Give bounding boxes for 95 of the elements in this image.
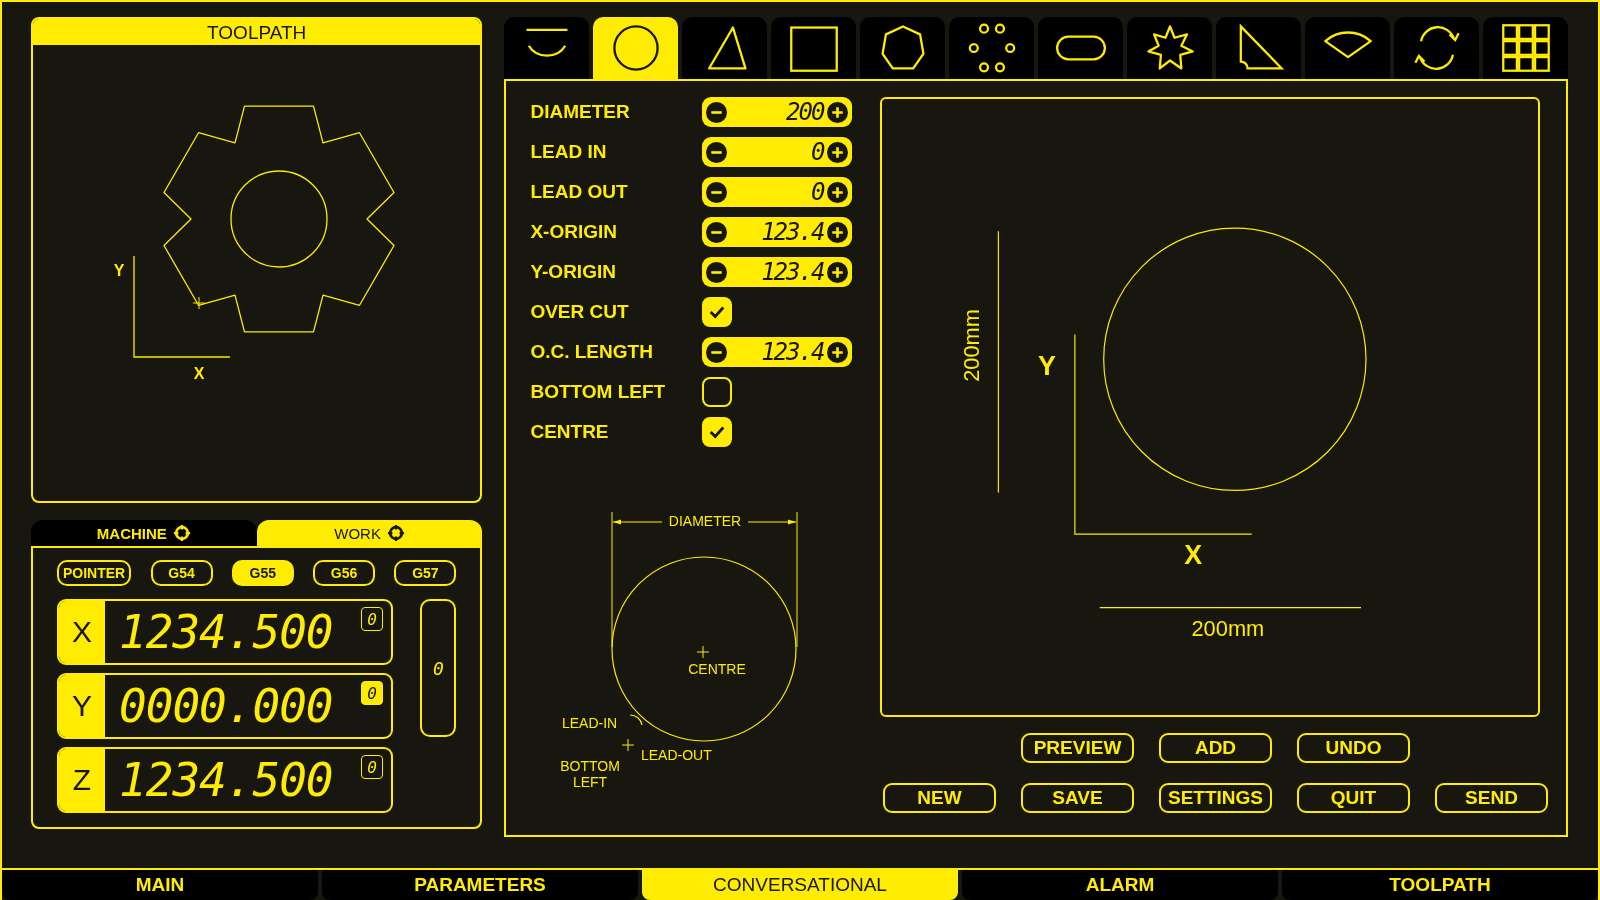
indicator-display: 0 — [361, 681, 383, 705]
offset-button[interactable]: G54 — [150, 560, 213, 586]
checkbox[interactable] — [702, 377, 733, 407]
nav-tab[interactable]: TOOLPATH — [1282, 870, 1598, 900]
checkbox[interactable] — [702, 417, 733, 447]
readout-value: 1234.500 — [118, 605, 333, 659]
action-button[interactable]: SEND — [1435, 783, 1548, 813]
parameter-label: LEAD OUT — [530, 181, 629, 203]
value-stepper[interactable]: 123.4 — [702, 217, 853, 247]
shape-tab[interactable] — [682, 17, 768, 79]
axis-label: Z — [59, 749, 105, 811]
parameter-label: BOTTOM LEFT — [530, 381, 667, 403]
centre-mark — [696, 645, 710, 659]
star-icon — [1144, 23, 1195, 73]
action-button[interactable]: PREVIEW — [1021, 733, 1134, 763]
value-stepper[interactable]: 0 — [702, 177, 853, 207]
readout-value: 0000.000 — [118, 679, 333, 733]
offset-button[interactable]: G56 — [313, 560, 376, 586]
shape-tab[interactable] — [949, 17, 1035, 79]
diagram-label: LEAD-OUT — [641, 747, 713, 763]
axis-label: X — [193, 365, 205, 382]
parameter-label: O.C. LENGTH — [530, 341, 654, 363]
plus-icon — [827, 261, 849, 283]
grid-icon — [1500, 23, 1551, 73]
coordinate-tab[interactable]: WORK — [256, 520, 483, 546]
axis-label: X — [59, 601, 105, 663]
nav-tab[interactable]: ALARM — [962, 870, 1278, 900]
action-button[interactable]: SAVE — [1021, 783, 1134, 813]
shape-tab[interactable] — [593, 17, 679, 79]
shape-tab[interactable] — [771, 17, 857, 79]
value-stepper[interactable]: 200 — [702, 97, 853, 127]
action-button[interactable]: UNDO — [1297, 733, 1410, 763]
crosshair-icon — [172, 524, 191, 542]
plus-icon — [827, 341, 849, 363]
dimension-label: DIAMETER — [669, 513, 742, 529]
parameter-label: OVER CUT — [530, 301, 630, 323]
indicator-display: 0 — [420, 599, 457, 737]
parameter-label: CENTRE — [530, 421, 610, 443]
lead-arc — [629, 714, 643, 726]
minus-icon — [706, 141, 728, 163]
checkbox[interactable] — [702, 297, 733, 327]
shape-tab[interactable] — [1127, 17, 1213, 79]
coordinate-tab[interactable]: MACHINE — [31, 520, 257, 546]
shape-tab[interactable] — [1216, 17, 1302, 79]
circle-icon — [610, 23, 661, 73]
axis-label: Y — [59, 675, 105, 737]
action-button[interactable]: QUIT — [1297, 783, 1410, 813]
shape-tab[interactable] — [1038, 17, 1124, 79]
action-button[interactable]: NEW — [883, 783, 996, 813]
dimension-label: 200mm — [958, 309, 984, 382]
value-stepper[interactable]: 123.4 — [702, 257, 853, 287]
plus-icon — [827, 101, 849, 123]
nav-tab[interactable]: PARAMETERS — [322, 870, 638, 900]
readout-value: 1234.500 — [118, 753, 333, 807]
origin-mark — [621, 738, 635, 752]
offset-button[interactable]: G57 — [394, 560, 457, 586]
plus-icon — [827, 141, 849, 163]
parameter-label: X-ORIGIN — [530, 221, 618, 243]
parameter-label: LEAD IN — [530, 141, 608, 163]
offset-button[interactable]: POINTER — [57, 560, 132, 586]
indicator-display: 0 — [361, 607, 383, 631]
shape-tab[interactable] — [504, 17, 590, 79]
parameter-label: Y-ORIGIN — [530, 261, 617, 283]
action-button[interactable]: ADD — [1159, 733, 1272, 763]
axis-label: Y — [113, 262, 125, 279]
rectangle-icon — [788, 23, 839, 73]
crosshair-mark — [192, 296, 206, 310]
minus-icon — [706, 261, 728, 283]
bolt-circle-icon — [966, 23, 1017, 73]
nav-tab[interactable]: CONVERSATIONAL — [642, 870, 958, 900]
axis-label: Y — [1038, 351, 1057, 382]
panel-title: TOOLPATH — [33, 19, 481, 45]
plus-icon — [827, 181, 849, 203]
parameter-label: DIAMETER — [530, 101, 631, 123]
minus-icon — [706, 341, 728, 363]
minus-icon — [706, 221, 728, 243]
indicator-display: 0 — [361, 755, 383, 779]
value-stepper[interactable]: 123.4 — [702, 337, 853, 367]
diagram-label: BOTTOM LEFT — [560, 758, 621, 790]
action-button[interactable]: SETTINGS — [1159, 783, 1272, 813]
minus-icon — [706, 181, 728, 203]
shape-tab[interactable] — [1305, 17, 1391, 79]
minus-icon — [706, 101, 728, 123]
shape-tab[interactable] — [1394, 17, 1480, 79]
value-stepper[interactable]: 0 — [702, 137, 853, 167]
diagram-label: CENTRE — [688, 661, 747, 677]
axis-label: X — [1184, 540, 1203, 570]
dimension-label: 200mm — [1191, 615, 1265, 641]
shape-tab[interactable] — [1483, 17, 1569, 79]
shape-tab[interactable] — [860, 17, 946, 79]
offset-button[interactable]: G55 — [231, 560, 294, 586]
crosshair-icon — [386, 524, 405, 542]
plus-icon — [827, 221, 849, 243]
nav-tab[interactable]: MAIN — [2, 870, 318, 900]
diagram-label: LEAD-IN — [562, 715, 618, 731]
